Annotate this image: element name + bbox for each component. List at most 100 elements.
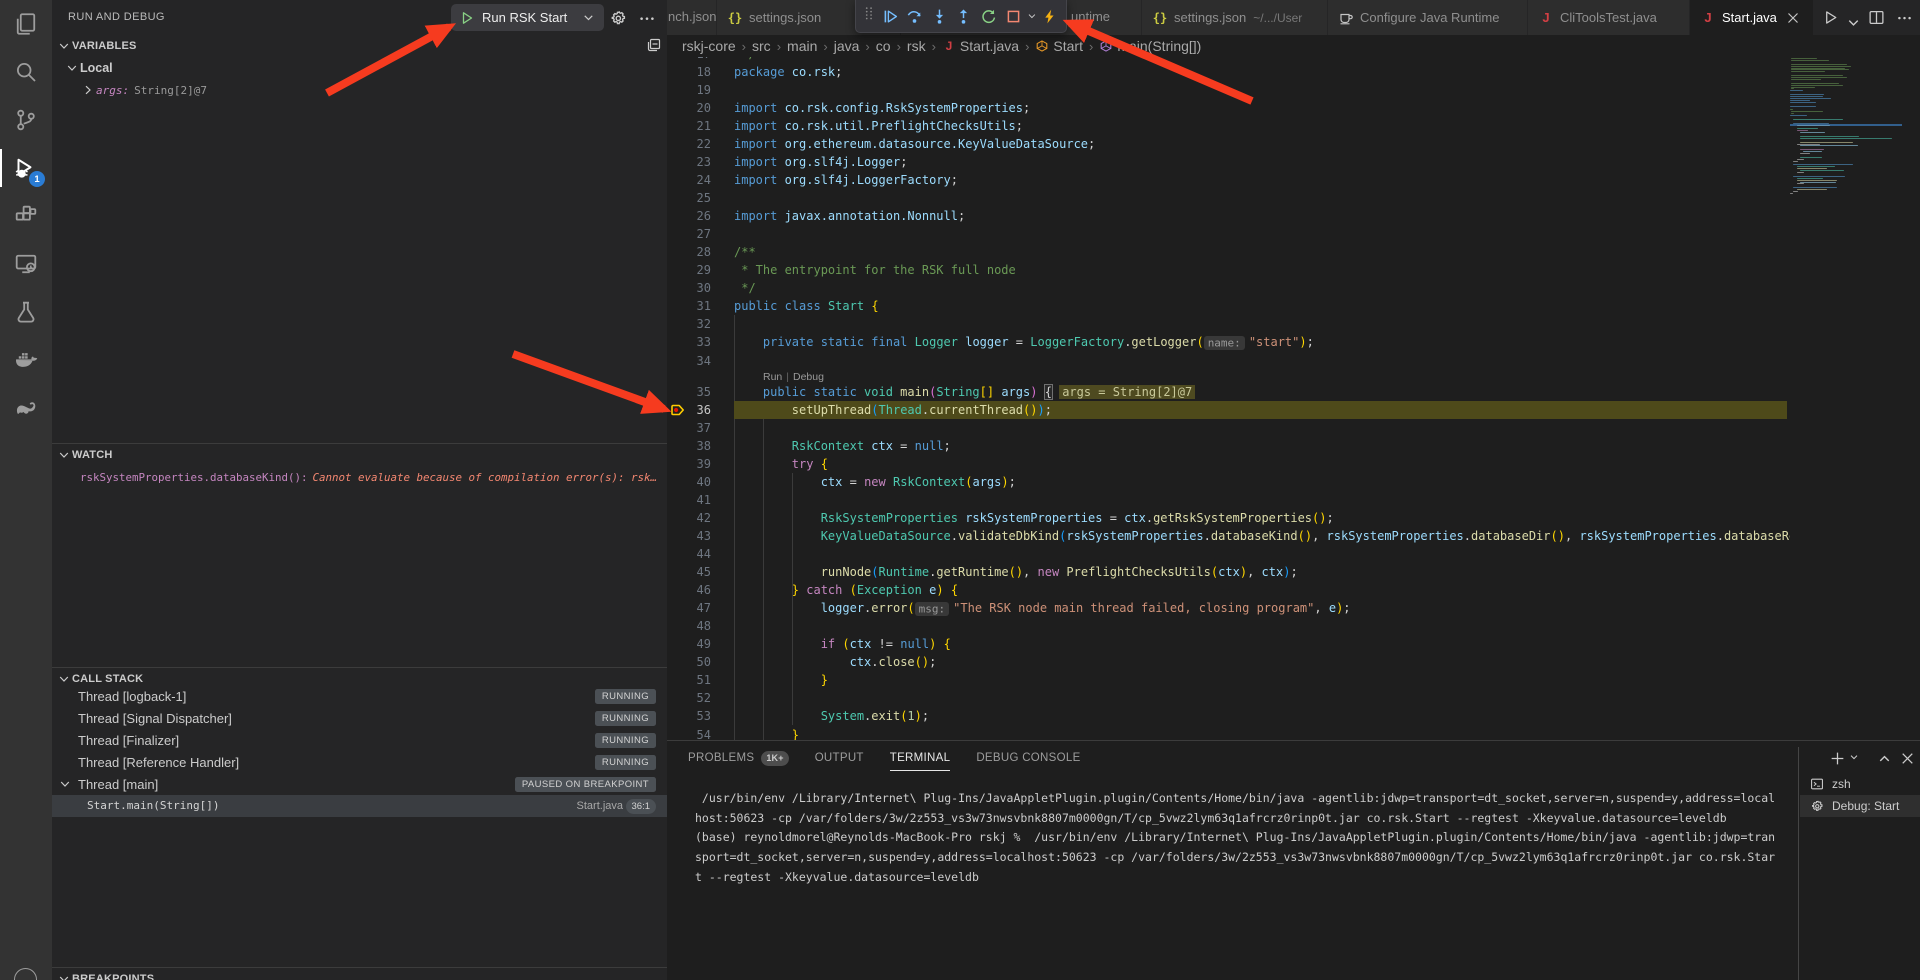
- breadcrumb-item-main-string-[interactable]: main(String[]): [1099, 38, 1201, 54]
- watch-expression-row[interactable]: rskSystemProperties.databaseKind():Canno…: [52, 466, 667, 488]
- close-close-panel-icon[interactable]: [1899, 750, 1916, 767]
- debug-restart-button[interactable]: [976, 3, 1001, 29]
- thread-status-badge: PAUSED ON BREAKPOINT: [515, 777, 656, 792]
- code-line-35: 35 public static void main(String[] args…: [667, 383, 1920, 402]
- chevron-down-icon[interactable]: [1845, 14, 1857, 26]
- terminal-list-item-debug-start[interactable]: Debug: Start: [1800, 795, 1920, 817]
- activity-bar-item-search[interactable]: [0, 48, 52, 96]
- minimap-line: [1800, 136, 1859, 137]
- debug-step-into-button[interactable]: [927, 3, 952, 29]
- minimap-line: [1797, 168, 1827, 169]
- collapse-all-icon[interactable]: [646, 37, 662, 53]
- play-dropdown-icon[interactable]: [1823, 9, 1840, 26]
- code-line-text: RskSystemProperties rskSystemProperties …: [734, 509, 1334, 528]
- debug-stop-button[interactable]: [1001, 3, 1026, 29]
- code-line-text: RskContext ctx = null;: [734, 437, 951, 456]
- terminal-item-label: zsh: [1832, 777, 1851, 791]
- line-number: 51: [667, 671, 711, 690]
- debug-config-picker[interactable]: Run RSK Start: [451, 4, 604, 31]
- chevron-up-maximize-panel-icon[interactable]: [1876, 750, 1893, 767]
- line-number: 22: [667, 135, 711, 154]
- code-line-text: KeyValueDataSource.validateDbKind(rskSys…: [734, 527, 1868, 546]
- debug-step-over-button[interactable]: [902, 3, 927, 29]
- watch-section-header[interactable]: WATCH: [52, 444, 667, 466]
- docker-icon: [14, 348, 38, 372]
- variables-scope-local[interactable]: Local: [52, 57, 667, 79]
- editor-tab-settings-json[interactable]: {}settings.json~/.../User: [1142, 0, 1328, 35]
- activity-bar-item-explorer[interactable]: [0, 0, 52, 48]
- codelens: Run|Debug: [763, 371, 824, 383]
- panel-tab-terminal[interactable]: TERMINAL: [890, 741, 951, 776]
- code-line-20: 20import co.rsk.config.RskSystemProperti…: [667, 99, 1920, 118]
- editor-tab-nch-json[interactable]: nch.json: [667, 0, 717, 35]
- codelens-debug-link[interactable]: Debug: [793, 371, 824, 383]
- tab-label: Configure Java Runtime: [1360, 10, 1499, 25]
- debug-step-out-button[interactable]: [952, 3, 977, 29]
- minimap-line: [1797, 178, 1823, 179]
- activity-bar-item-gradle[interactable]: [0, 384, 52, 432]
- activity-bar-item-run-debug[interactable]: 1: [0, 144, 52, 192]
- breadcrumb-item-co[interactable]: co: [876, 38, 891, 54]
- editor-tab-configure-java-runtime[interactable]: Configure Java Runtime: [1328, 0, 1528, 35]
- twisty-down: [57, 776, 73, 792]
- split-editor-icon[interactable]: [1868, 9, 1885, 26]
- debug-start-icon[interactable]: [459, 10, 475, 26]
- activity-bar-item-testing[interactable]: [0, 288, 52, 336]
- plus-new-terminal-icon[interactable]: [1829, 750, 1846, 767]
- variable-row[interactable]: args:String[2]@7: [52, 79, 667, 101]
- activity-bar-item-extensions[interactable]: [0, 192, 52, 240]
- accounts-icon[interactable]: [14, 968, 37, 980]
- stack-frame-row[interactable]: Start.main(String[])Start.java36:1: [52, 795, 667, 817]
- chevron-down-terminal-dropdown-icon[interactable]: [1848, 750, 1860, 767]
- ellipsis-icon[interactable]: [1896, 9, 1913, 26]
- line-number: 23: [667, 153, 711, 172]
- debug-hot-code-replace-button[interactable]: [1037, 3, 1062, 29]
- breadcrumb[interactable]: rskj-core›src›main›java›co›rsk›JStart.ja…: [667, 35, 1920, 57]
- panel-tab-output[interactable]: OUTPUT: [815, 741, 864, 776]
- minimap-line: [1791, 87, 1815, 88]
- chevron-down-icon[interactable]: [1026, 3, 1038, 29]
- editor-tab-clitoolstest-java[interactable]: JCliToolsTest.java: [1528, 0, 1690, 35]
- call-stack-thread-row[interactable]: Thread [Signal Dispatcher]RUNNING: [52, 707, 667, 729]
- terminal-list-item-zsh[interactable]: zsh: [1800, 773, 1920, 795]
- call-stack-thread-row[interactable]: Thread [logback-1]RUNNING: [52, 685, 667, 707]
- terminal-line: /usr/bin/env /Library/Internet\ Plug-Ins…: [695, 789, 1795, 809]
- ellipsis-icon[interactable]: [638, 9, 656, 27]
- gear-icon[interactable]: [609, 9, 627, 27]
- code-editor[interactable]: 17 */18package co.rsk;1920import co.rsk.…: [667, 57, 1920, 740]
- call-stack-thread-row[interactable]: Thread [Finalizer]RUNNING: [52, 729, 667, 751]
- breadcrumb-item-start[interactable]: Start: [1035, 38, 1083, 54]
- editor-tab-start-java[interactable]: JStart.java: [1690, 0, 1814, 35]
- breadcrumb-item-rskj-core[interactable]: rskj-core: [682, 38, 736, 54]
- minimap-line: [1793, 191, 1798, 192]
- gradle-icon: [14, 396, 38, 420]
- codelens-run-link[interactable]: Run: [763, 371, 782, 383]
- terminal-sash[interactable]: [1798, 747, 1799, 980]
- activity-bar-item-source-control[interactable]: [0, 96, 52, 144]
- source-control-icon: [14, 108, 38, 132]
- breadcrumb-item-src[interactable]: src: [752, 38, 771, 54]
- drag-grip-icon[interactable]: [862, 6, 876, 26]
- activity-bar-item-docker[interactable]: [0, 336, 52, 384]
- breadcrumb-item-rsk[interactable]: rsk: [907, 38, 926, 54]
- terminal-list: zsh Debug: Start: [1800, 773, 1920, 817]
- cup-icon: [1338, 10, 1354, 26]
- breakpoints-section-header[interactable]: BREAKPOINTS: [52, 968, 667, 980]
- panel-tab-debug-console[interactable]: DEBUG CONSOLE: [976, 741, 1080, 776]
- call-stack-thread-row[interactable]: Thread [Reference Handler]RUNNING: [52, 751, 667, 773]
- breadcrumb-item-start-java[interactable]: JStart.java: [942, 38, 1019, 54]
- close-icon[interactable]: [1785, 10, 1801, 26]
- code-line-41: 41: [667, 491, 1920, 510]
- thread-status-badge: RUNNING: [595, 733, 656, 748]
- breadcrumb-item-main[interactable]: main: [787, 38, 817, 54]
- panel-tab-problems[interactable]: PROBLEMS1K+: [688, 741, 789, 776]
- variables-section-header[interactable]: VARIABLES: [52, 35, 667, 57]
- terminal-output[interactable]: /usr/bin/env /Library/Internet\ Plug-Ins…: [695, 789, 1795, 888]
- minimap[interactable]: [1790, 57, 1906, 740]
- terminal-line: sport=dt_socket,server=n,suspend=y,addre…: [695, 848, 1795, 868]
- breadcrumb-item-java[interactable]: java: [834, 38, 860, 54]
- debug-continue-button[interactable]: [878, 3, 903, 29]
- sidebar-title: RUN AND DEBUG: [68, 11, 165, 23]
- activity-bar-item-remote-explorer[interactable]: [0, 240, 52, 288]
- call-stack-thread-row[interactable]: Thread [main]PAUSED ON BREAKPOINT: [52, 773, 667, 795]
